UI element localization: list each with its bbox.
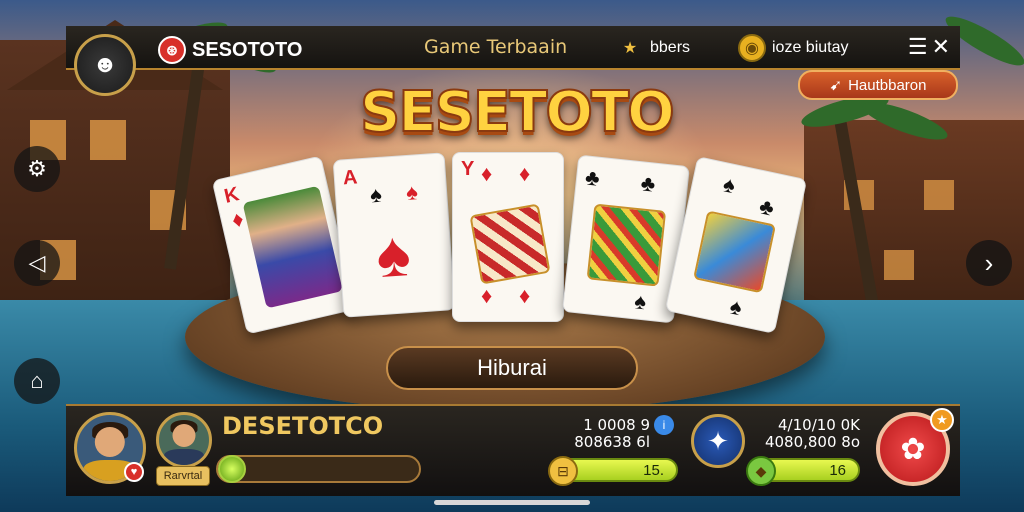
- house-window: [924, 180, 954, 210]
- settings-button[interactable]: ⚙: [14, 146, 60, 192]
- spade-icon: ♠: [727, 293, 745, 321]
- card-suit: ♣: [583, 164, 601, 191]
- right-pill-value: 16: [829, 461, 846, 479]
- player-tag: Rarvrtal: [156, 466, 210, 486]
- hero-title: SESETOTO: [359, 79, 676, 146]
- avatar-head: [172, 424, 196, 447]
- club-icon: ♣: [639, 170, 657, 197]
- info-icon[interactable]: i: [654, 415, 674, 435]
- flame-badge-icon: ♥: [124, 462, 144, 482]
- card-rank: A: [342, 166, 359, 190]
- close-icon[interactable]: ✕: [932, 34, 950, 60]
- card-art: [586, 203, 667, 287]
- card-suit: ♠: [405, 179, 419, 206]
- coin-icon: ◉: [738, 34, 766, 62]
- brand-logo-icon: ⊛: [158, 36, 186, 64]
- card-2[interactable]: A ♠ ♠ ♠: [332, 152, 456, 318]
- left-pill-value: 15.: [643, 461, 664, 479]
- back-button[interactable]: ◁: [14, 240, 60, 286]
- left-stat-pill: ⊟ 15.: [548, 456, 678, 486]
- card-rank: Y: [461, 158, 475, 180]
- top-bar: ⊛ SESOTOTO Game Terbaain ★ bbers ◉ ioze …: [66, 26, 960, 70]
- card-rank: K: [222, 183, 242, 208]
- card-suit: ♠: [720, 171, 738, 199]
- stars-chip-label: bbers: [650, 39, 691, 56]
- gear-icon: ⚙: [27, 156, 47, 181]
- avatar-head: [94, 426, 126, 458]
- next-button[interactable]: ›: [966, 240, 1012, 286]
- chevron-right-icon: ›: [984, 247, 994, 278]
- notification-badge-icon: ★: [930, 408, 954, 432]
- king-face-art: [242, 185, 343, 309]
- bird-button[interactable]: ✦: [691, 414, 745, 468]
- diamond-icon: ♦: [519, 283, 531, 308]
- action-icon: ✿: [900, 432, 926, 466]
- bird-icon: ✦: [707, 425, 729, 456]
- brand[interactable]: ⊛ SESOTOTO: [158, 36, 302, 64]
- promo-banner-label: Hautbbaron: [848, 76, 927, 94]
- card-art: [693, 210, 777, 294]
- avatar-body: [164, 449, 204, 465]
- star-icon: ★: [622, 40, 638, 57]
- stars-chip[interactable]: ★ bbers: [616, 34, 690, 62]
- right-stat-pill: ◆ 16: [746, 456, 860, 486]
- promo-banner[interactable]: ➹ Hautbbaron: [798, 70, 958, 100]
- big-spade-icon: ♠: [373, 216, 413, 292]
- left-stat-line2: 808638 6l: [574, 433, 650, 451]
- back-arrow-icon: ◁: [28, 250, 46, 275]
- coins-chip[interactable]: ◉ ioze biutay: [738, 34, 849, 62]
- diamond-icon: ♦: [519, 161, 531, 186]
- right-stat-line2: 4080,800 8o: [764, 433, 860, 451]
- home-button[interactable]: ⌂: [14, 358, 60, 404]
- club-icon: ♣: [757, 193, 777, 221]
- gem-icon: ◆: [746, 456, 776, 486]
- player-name: DESETOTCO: [222, 412, 384, 440]
- home-indicator[interactable]: [434, 500, 590, 505]
- promo-icon: ➹: [829, 77, 843, 94]
- profile-button[interactable]: ☻: [74, 34, 136, 96]
- house-window: [884, 250, 914, 280]
- hiburai-button[interactable]: Hiburai: [386, 346, 638, 390]
- brand-label: SESOTOTO: [192, 38, 303, 61]
- basket-icon: ⊟: [548, 456, 578, 486]
- menu-icon[interactable]: ☰: [908, 34, 928, 60]
- game-title: Game Terbaain: [424, 36, 568, 58]
- coins-chip-label: ioze biutay: [772, 39, 849, 56]
- xp-orb-icon: [218, 455, 246, 483]
- xp-bar: [216, 455, 421, 483]
- house-window: [90, 120, 126, 160]
- menu-close-group[interactable]: ☰ ✕: [908, 34, 950, 60]
- card-art: [469, 203, 551, 285]
- card-3[interactable]: Y ♦ ♦ ♦ ♦: [452, 152, 564, 322]
- spade-icon: ♠: [633, 288, 648, 315]
- card-suit: ♦: [481, 161, 493, 186]
- user-icon: ☻: [92, 51, 118, 78]
- right-stat-line1: 4/10/10 0K: [778, 416, 860, 434]
- left-stat-line1: 1 0008 9: [583, 416, 650, 434]
- home-icon: ⌂: [30, 368, 44, 393]
- spade-icon: ♠: [369, 181, 383, 208]
- diamond-icon: ♦: [481, 283, 493, 308]
- opponent-avatar[interactable]: [156, 412, 212, 468]
